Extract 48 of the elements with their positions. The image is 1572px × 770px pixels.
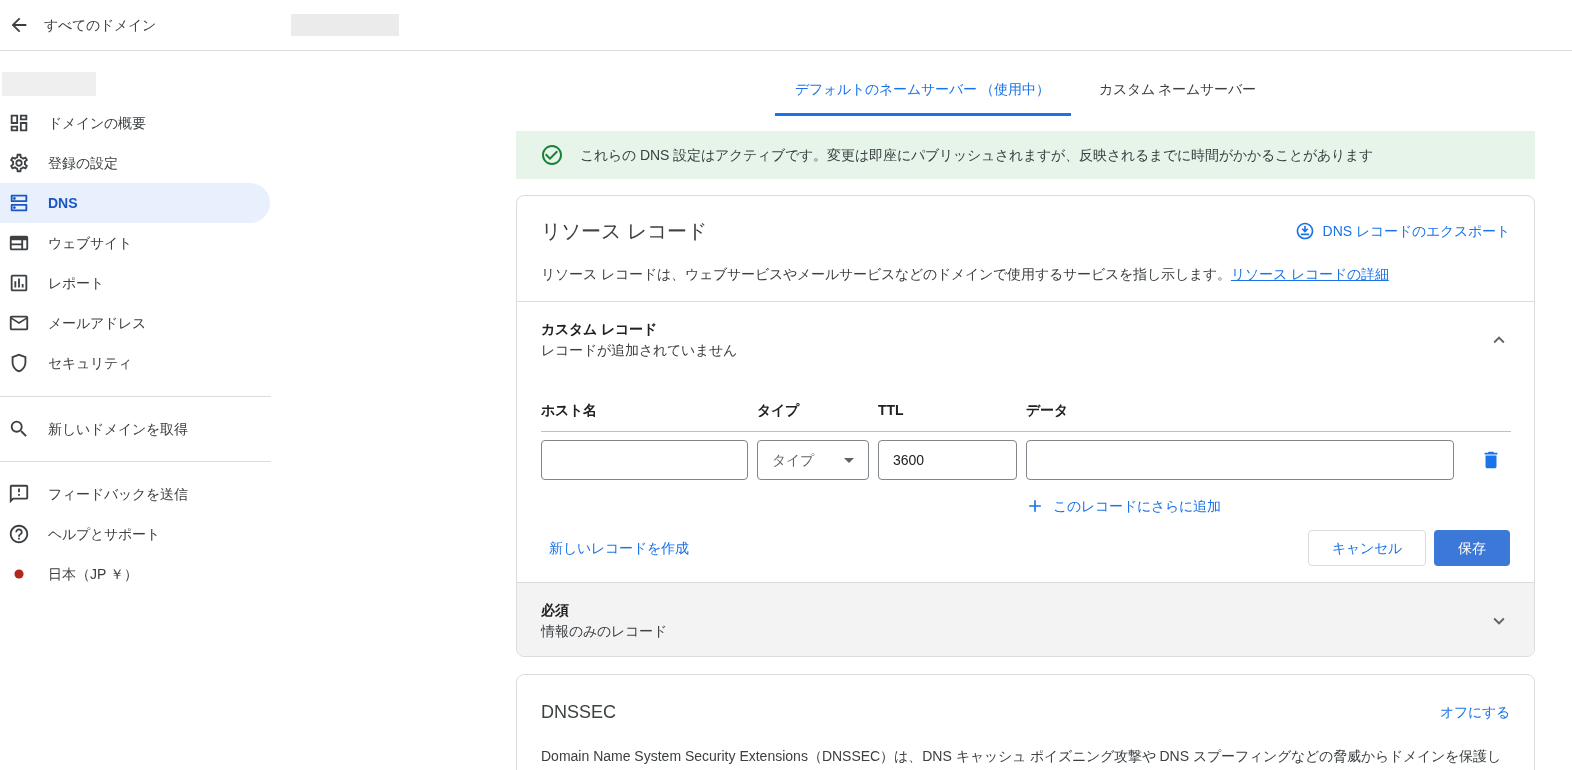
help-icon — [8, 523, 30, 545]
export-link[interactable]: DNS レコードのエクスポート — [1294, 220, 1510, 242]
column-header: データ — [1026, 401, 1069, 420]
add-more-link[interactable]: このレコードにさらに追加 — [1025, 492, 1221, 520]
sidebar-item[interactable]: 新しいドメインを取得 — [0, 409, 270, 449]
type-dropdown[interactable]: タイプ — [757, 440, 869, 480]
back-button[interactable]: すべてのドメイン — [0, 7, 164, 43]
section-header[interactable]: 必須 情報のみのレコード — [517, 583, 1534, 656]
section-subtitle: レコードが追加されていません — [541, 341, 737, 360]
create-record-link[interactable]: 新しいレコードを作成 — [541, 530, 697, 566]
tab[interactable]: カスタム ネームサーバー — [1078, 65, 1277, 116]
sidebar-item[interactable]: 登録の設定 — [0, 143, 270, 183]
sidebar-item[interactable]: レポート — [0, 263, 270, 303]
column-header: タイプ — [757, 401, 801, 420]
dropdown-caret-icon — [844, 457, 854, 463]
settings-icon — [8, 152, 30, 174]
data-field[interactable] — [1026, 440, 1454, 480]
card-title: DNSSEC — [541, 701, 616, 724]
sidebar-item[interactable]: ウェブサイト — [0, 223, 270, 263]
section-subtitle: 情報のみのレコード — [541, 622, 667, 641]
section-header[interactable]: カスタム レコード レコードが追加されていません — [517, 302, 1534, 375]
sidebar-item[interactable]: セキュリティ — [0, 343, 270, 383]
turn-off-link[interactable]: オフにする — [1440, 702, 1510, 723]
host-name-field[interactable] — [541, 440, 748, 480]
search-icon — [8, 418, 30, 440]
dashboard-icon — [8, 112, 30, 134]
server-icon — [8, 192, 30, 214]
column-header: ホスト名 — [541, 401, 598, 420]
sidebar-item[interactable]: ドメインの概要 — [0, 103, 270, 143]
ttl-field[interactable]: 3600 — [878, 440, 1017, 480]
sidebar-item[interactable]: フィードバックを送信 — [0, 474, 270, 514]
tab[interactable]: デフォルトのネームサーバー （使用中） — [774, 65, 1071, 116]
card-title: リソース レコード — [541, 219, 707, 244]
cancel-button[interactable]: キャンセル — [1308, 530, 1426, 566]
section-title: カスタム レコード — [541, 320, 658, 339]
save-button[interactable]: 保存 — [1434, 530, 1510, 566]
column-header: TTL — [878, 401, 905, 420]
bar-chart-icon — [8, 272, 30, 294]
section-title: 必須 — [541, 601, 570, 620]
sidebar-item[interactable]: ヘルプとサポート — [0, 514, 270, 554]
details-link[interactable]: リソース レコードの詳細 — [1230, 266, 1389, 282]
feedback-icon — [8, 483, 30, 505]
sidebar-item[interactable]: DNS — [0, 183, 270, 223]
banner-text: これらの DNS 設定はアクティブです。変更は即座にパブリッシュされますが、反映されるまでに時間がかかることがあります — [580, 145, 1374, 165]
card-description: Domain Name System Security Extensions（DNSSEC）は、DNS キャッシュ ポイズニング攻撃や DNS スプーフィングなどの脅威からドメインを保護し — [541, 747, 1502, 766]
download-icon — [1294, 221, 1315, 241]
sidebar-item[interactable]: 日本（JP ￥） — [0, 554, 270, 594]
sidebar-item[interactable]: メールアドレス — [0, 303, 270, 343]
